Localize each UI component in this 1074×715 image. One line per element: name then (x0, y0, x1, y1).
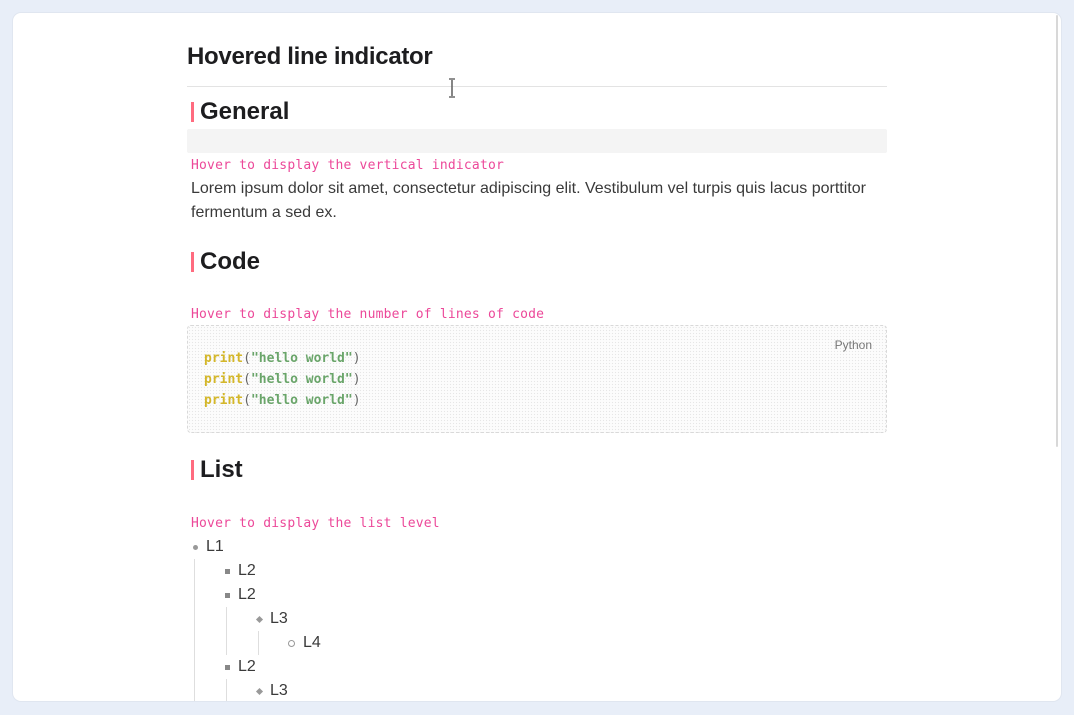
code-line: print("hello world") (204, 351, 361, 366)
text-cursor-icon (449, 78, 455, 98)
list-item: L1 (193, 535, 224, 559)
list-item: L2 (225, 559, 256, 583)
list-level-guide (258, 631, 259, 655)
hovered-line-indicator (187, 129, 887, 153)
hint-list-level: Hover to display the list level (191, 516, 440, 531)
document-window: Hovered line indicator General Hover to … (13, 13, 1061, 701)
section-accent-bar (191, 252, 194, 272)
section-heading-label: General (200, 98, 290, 125)
section-heading-label: Code (200, 248, 260, 275)
hint-code-lines: Hover to display the number of lines of … (191, 307, 545, 322)
code-line: print("hello world") (204, 393, 361, 408)
code-language-label: Python (834, 338, 872, 352)
bullet-circle-icon (288, 639, 295, 647)
paragraph: Lorem ipsum dolor sit amet, consectetur … (191, 180, 866, 221)
code-block[interactable]: Python print("hello world") print("hello… (187, 325, 887, 433)
hint-vertical-indicator: Hover to display the vertical indicator (191, 158, 505, 173)
section-accent-bar (191, 102, 194, 122)
section-accent-bar (191, 460, 194, 480)
bullet-square-icon (225, 664, 230, 670)
list-item: L4 (288, 631, 321, 655)
list-level-guide (226, 607, 227, 655)
bullet-diamond-icon (255, 615, 264, 623)
section-heading-general: General (191, 98, 289, 126)
list-level-guide (226, 679, 227, 701)
list-item: L3 (255, 679, 288, 701)
code-line: print("hello world") (204, 372, 361, 387)
document-content: Hovered line indicator General Hover to … (187, 13, 887, 701)
section-heading-code: Code (191, 248, 260, 276)
list-item: L3 (255, 607, 288, 631)
bullet-square-icon (225, 568, 230, 574)
list-item: L2 (225, 583, 256, 607)
section-heading-label: List (200, 456, 243, 483)
list-level-guide (194, 559, 195, 701)
list-item: L2 (225, 655, 256, 679)
bullet-square-icon (225, 592, 230, 598)
bullet-diamond-icon (255, 687, 264, 695)
page-title: Hovered line indicator (187, 13, 887, 87)
bullet-disc-icon (193, 544, 198, 550)
scrollbar[interactable] (1056, 15, 1058, 447)
code-lines: print("hello world") print("hello world"… (204, 348, 361, 411)
section-heading-list: List (191, 456, 243, 484)
